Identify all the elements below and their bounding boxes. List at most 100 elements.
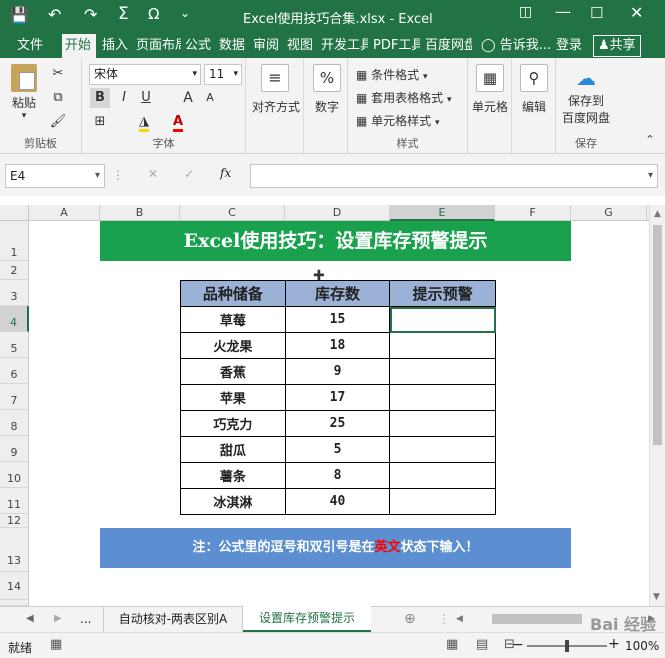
macro-record-icon[interactable]: ▦ [50, 637, 62, 652]
cell-warning[interactable] [389, 332, 496, 359]
underline-button[interactable]: U [136, 88, 156, 108]
select-all-corner[interactable] [0, 205, 29, 221]
note-bar[interactable]: 注：公式里的逗号和双引号是在英文状态下输入！ [100, 528, 571, 568]
header-cell-stock[interactable]: 库存数 [284, 280, 391, 307]
cell-styles-button[interactable]: ▦ 单元格样式 ▾ [356, 112, 440, 129]
cell-name[interactable]: 薯条 [180, 462, 286, 489]
conditional-format-button[interactable]: ▦ 条件格式 ▾ [356, 66, 428, 83]
vertical-scrollbar[interactable]: ▲ ▼ [649, 205, 665, 606]
paste-button[interactable]: 粘贴 ▾ [8, 64, 40, 121]
font-name-select[interactable]: 宋体 ▾ [89, 64, 201, 85]
cell-warning[interactable] [389, 462, 496, 489]
cell-qty[interactable]: 15 [284, 306, 391, 333]
formula-input[interactable]: ▾ [250, 164, 658, 188]
cell-warning[interactable] [389, 358, 496, 385]
cell-qty[interactable]: 40 [284, 488, 391, 515]
cell-name[interactable]: 香蕉 [180, 358, 286, 385]
tell-me[interactable]: ◯ 告诉我... [478, 34, 554, 58]
collapse-ribbon-icon[interactable]: ⌃ [640, 130, 660, 150]
save-icon[interactable]: 💾 [10, 6, 29, 24]
cell-warning[interactable] [389, 384, 496, 411]
cell-warning[interactable] [389, 488, 496, 515]
tab-file[interactable]: 文件 [14, 34, 46, 58]
cell-name[interactable]: 草莓 [180, 306, 286, 333]
row-header-4[interactable]: 4 [0, 306, 29, 332]
cell-warning[interactable] [389, 436, 496, 463]
fill-color-icon[interactable]: ◮ [134, 112, 154, 132]
scroll-down-icon[interactable]: ▼ [653, 592, 660, 602]
enter-icon[interactable]: ✓ [184, 167, 194, 181]
name-box[interactable]: E4 ▾ [5, 164, 105, 188]
cell-warning[interactable] [389, 410, 496, 437]
zoom-out-icon[interactable]: − [512, 637, 524, 653]
row-header-2[interactable]: 2 [0, 261, 29, 280]
login-button[interactable]: 登录 [553, 34, 585, 58]
tab-developer[interactable]: 开发工具 [318, 34, 368, 58]
row-header-1[interactable]: 1 [0, 221, 29, 261]
row-header-14[interactable]: 14 [0, 572, 29, 600]
scroll-left-icon[interactable]: ◀ [456, 614, 463, 624]
row-header-6[interactable]: 6 [0, 358, 29, 384]
row-header-13[interactable]: 13 [0, 528, 29, 572]
alignment-button[interactable]: ≡ 对齐方式 [252, 64, 300, 115]
shrink-font-button[interactable]: A [200, 88, 220, 108]
font-size-select[interactable]: 11 ▾ [204, 64, 242, 85]
undo-icon[interactable]: ↶ [48, 5, 61, 24]
bold-button[interactable]: B [90, 88, 110, 108]
scroll-right-icon[interactable]: ▶ [648, 614, 655, 624]
font-color-button[interactable]: A [168, 112, 188, 132]
row-header-3[interactable]: 3 [0, 280, 29, 306]
tab-review[interactable]: 审阅 [250, 34, 282, 58]
zoom-slider[interactable] [527, 640, 607, 652]
column-header-e[interactable]: E [390, 205, 495, 221]
prev-sheet-icon[interactable]: ◀ [26, 613, 34, 624]
close-icon[interactable]: ✕ [630, 3, 643, 22]
header-cell-warning[interactable]: 提示预警 [389, 280, 496, 307]
row-header-10[interactable]: 10 [0, 462, 29, 488]
banner-title[interactable]: Excel使用技巧：设置库存预警提示 [100, 221, 571, 261]
more-sheets[interactable]: ... [80, 612, 91, 626]
row-header-12[interactable]: 12 [0, 514, 29, 528]
cell-qty[interactable]: 5 [284, 436, 391, 463]
column-header-f[interactable]: F [495, 205, 571, 221]
cells-button[interactable]: ▦ 单元格 [472, 64, 508, 115]
row-header-5[interactable]: 5 [0, 332, 29, 358]
sheet-tab-2[interactable]: 设置库存预警提示 [243, 606, 371, 632]
minimize-icon[interactable]: — [555, 2, 571, 21]
cell-name[interactable]: 冰淇淋 [180, 488, 286, 515]
format-table-button[interactable]: ▦ 套用表格格式 ▾ [356, 89, 452, 106]
row-header-7[interactable]: 7 [0, 384, 29, 410]
zoom-level[interactable]: 100% [625, 639, 659, 653]
sheet-tab-1[interactable]: 自动核对-两表区别A [103, 607, 243, 632]
cut-icon[interactable]: ✂ [48, 64, 68, 84]
tab-page-layout[interactable]: 页面布局 [133, 34, 181, 58]
tab-view[interactable]: 视图 [284, 34, 316, 58]
customize-qat-icon[interactable]: ⌄ [180, 6, 190, 20]
column-header-g[interactable]: G [571, 205, 647, 221]
header-cell-variety[interactable]: 品种储备 [180, 280, 286, 307]
add-sheet-icon[interactable]: ⊕ [404, 611, 416, 627]
column-header-c[interactable]: C [180, 205, 285, 221]
normal-view-icon[interactable]: ▦ [446, 637, 458, 652]
row-header-11[interactable]: 11 [0, 488, 29, 514]
insert-function-button[interactable]: fx [220, 166, 231, 180]
grow-font-button[interactable]: A [178, 88, 198, 108]
ribbon-options-icon[interactable]: ◫ [519, 4, 532, 20]
cell-name[interactable]: 甜瓜 [180, 436, 286, 463]
format-painter-icon[interactable]: 🖌 [48, 112, 68, 132]
cell-name[interactable]: 苹果 [180, 384, 286, 411]
tab-data[interactable]: 数据 [216, 34, 248, 58]
column-header-b[interactable]: B [100, 205, 180, 221]
sum-icon[interactable]: Σ [118, 4, 129, 24]
borders-icon[interactable]: ⊞ [90, 112, 110, 132]
tabs-split-icon[interactable]: ⋮ [438, 612, 450, 626]
maximize-icon[interactable]: ☐ [590, 4, 603, 22]
row-header-8[interactable]: 8 [0, 410, 29, 436]
tab-home[interactable]: 开始 [62, 34, 96, 58]
tab-pdf[interactable]: PDF工具 [370, 34, 420, 58]
cell-qty[interactable]: 9 [284, 358, 391, 385]
cell-qty[interactable]: 17 [284, 384, 391, 411]
number-button[interactable]: % 数字 [310, 64, 344, 115]
tab-insert[interactable]: 插入 [99, 34, 131, 58]
cell-qty[interactable]: 18 [284, 332, 391, 359]
